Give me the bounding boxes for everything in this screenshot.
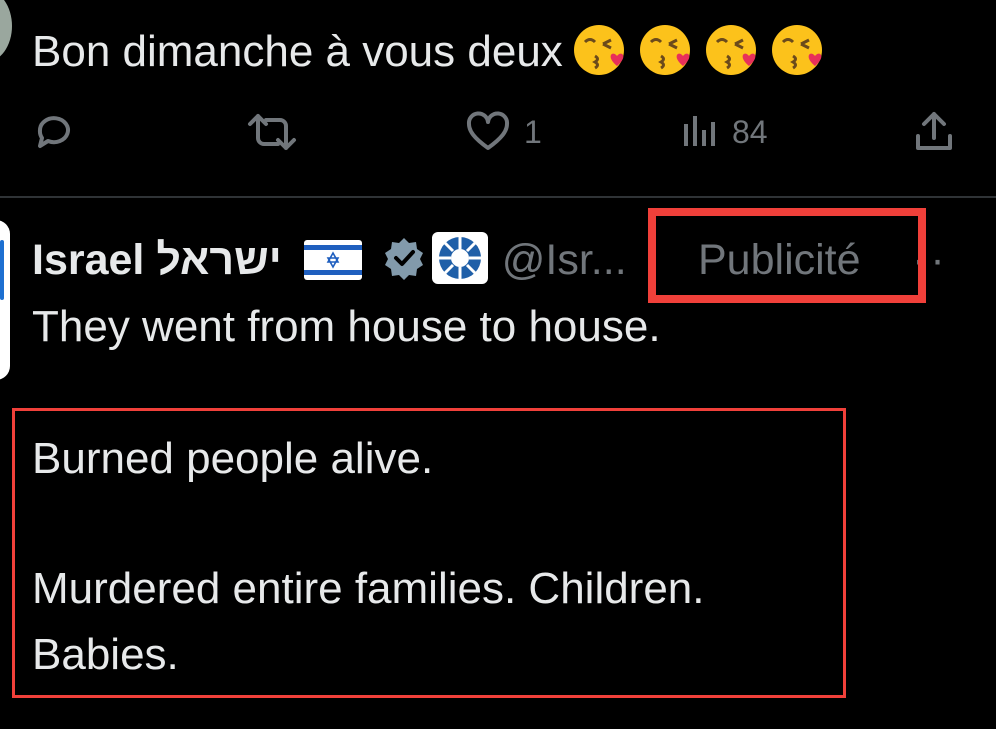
tweet-body-line: They went from house to house. bbox=[32, 302, 661, 351]
organization-logo-icon bbox=[431, 231, 488, 289]
share-icon bbox=[916, 112, 952, 150]
verified-badge-icon bbox=[382, 236, 426, 285]
retweet-button[interactable] bbox=[244, 104, 300, 160]
body-text-highlight-box bbox=[12, 408, 846, 698]
reply-icon bbox=[37, 116, 70, 148]
israel-flag-icon bbox=[303, 240, 362, 280]
views-button[interactable]: 84 bbox=[680, 104, 768, 160]
tweet-divider bbox=[0, 196, 996, 198]
kiss-emoji-icon bbox=[705, 22, 761, 78]
reply-button[interactable] bbox=[30, 104, 78, 160]
avatar[interactable] bbox=[0, 220, 10, 380]
tweet-text-content: Bon dimanche à vous deux bbox=[32, 27, 563, 76]
analytics-icon bbox=[684, 116, 715, 146]
share-button[interactable] bbox=[910, 104, 958, 160]
like-button[interactable]: 1 bbox=[464, 104, 542, 160]
tweet-text: Bon dimanche à vous deux bbox=[32, 22, 827, 80]
avatar[interactable] bbox=[0, 0, 12, 62]
kiss-emoji-icon bbox=[771, 22, 827, 78]
like-count: 1 bbox=[524, 113, 542, 150]
tweet-action-bar: 1 84 bbox=[30, 104, 960, 160]
ad-label-highlight-box bbox=[648, 208, 926, 303]
author-name[interactable]: Israel ישראל bbox=[32, 236, 282, 285]
kiss-emoji-icon bbox=[639, 22, 695, 78]
author-handle[interactable]: @Isr... bbox=[502, 236, 627, 285]
tweet-header: Israel ישראל @Isr... bbox=[32, 230, 627, 290]
heart-icon bbox=[466, 111, 510, 150]
retweet-icon bbox=[248, 114, 296, 150]
kiss-emoji-icon bbox=[573, 22, 629, 78]
view-count: 84 bbox=[732, 113, 768, 150]
